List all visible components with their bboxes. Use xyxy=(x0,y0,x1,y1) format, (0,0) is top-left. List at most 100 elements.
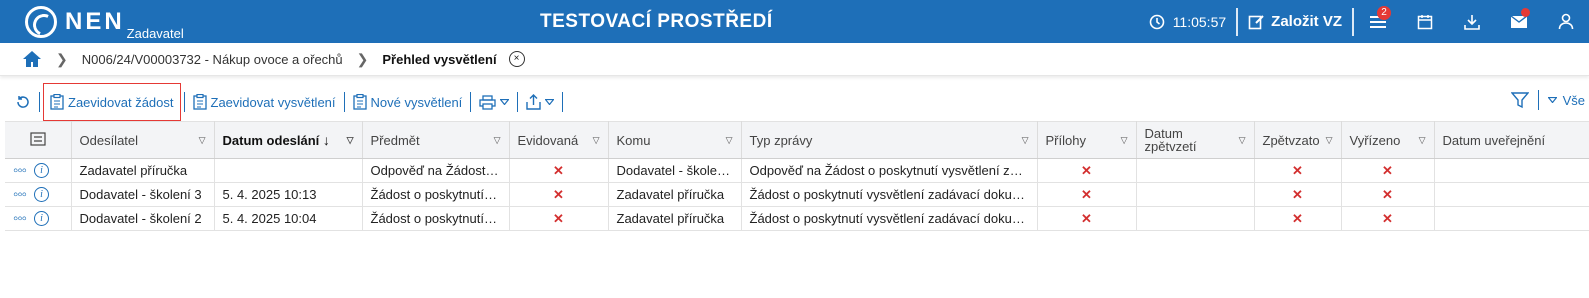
filter-icon[interactable] xyxy=(1510,91,1529,109)
row-actions-cell: ◦◦◦ i xyxy=(5,158,72,183)
column-header-datum-uverejneni[interactable]: Datum uveřejnění xyxy=(1434,121,1589,159)
column-header-datum-odeslani[interactable]: Datum odeslání ↓ ▽ xyxy=(214,121,363,159)
cross-icon: ✕ xyxy=(1382,162,1393,178)
close-tab-button[interactable]: × xyxy=(508,51,525,67)
cell-datum_zpet xyxy=(1136,206,1255,231)
zaevidovat-zadost-button[interactable]: Zaevidovat žádost xyxy=(43,83,181,121)
cell-datum_zpet xyxy=(1136,158,1255,183)
filter-caret-icon[interactable]: ▽ xyxy=(1419,134,1426,147)
explanations-table: Odesílatel ▽ Datum odeslání ↓ ▽ Předmět ▽ E… xyxy=(5,121,1589,231)
cell-evidovana: ✕ xyxy=(509,182,609,207)
zaevidovat-zadost-label: Zaevidovat žádost xyxy=(68,94,174,110)
breadcrumb: ❯ N006/24/V00003732 - Nákup ovoce a ořec… xyxy=(0,43,1589,76)
export-menu-button[interactable] xyxy=(521,90,559,114)
table-row[interactable]: ◦◦◦ i Dodavatel - školení 2 5. 4. 2025 10:0… xyxy=(5,206,1589,231)
cell-odesilatel: Zadavatel příručka xyxy=(71,158,215,183)
nove-vysvetleni-button[interactable]: Nové vysvětlení xyxy=(348,90,468,114)
divider xyxy=(517,92,519,112)
column-header-vyrizeno[interactable]: Vyřízeno ▽ xyxy=(1341,121,1435,159)
cell-datum_uver xyxy=(1434,158,1589,183)
create-vz-label: Založit VZ xyxy=(1271,13,1342,30)
filter-all-dropdown[interactable]: Vše xyxy=(1547,93,1585,108)
column-label: Zpětvzato xyxy=(1262,132,1320,148)
info-icon[interactable]: i xyxy=(33,163,49,178)
column-header-predmet[interactable]: Předmět ▽ xyxy=(362,121,510,159)
info-icon[interactable]: i xyxy=(33,211,49,226)
filter-caret-icon[interactable]: ▽ xyxy=(347,134,354,147)
column-header-odesilatel[interactable]: Odesílatel ▽ xyxy=(71,121,215,159)
user-button[interactable] xyxy=(1542,0,1589,43)
edit-icon xyxy=(1248,15,1264,30)
sort-desc-icon: ↓ xyxy=(322,131,330,148)
zaevidovat-vysvetleni-button[interactable]: Zaevidovat vysvětlení xyxy=(188,90,341,114)
column-label: Typ zprávy xyxy=(749,132,813,148)
breadcrumb-current: Přehled vysvětlení xyxy=(382,51,497,67)
cross-icon: ✕ xyxy=(1292,210,1303,226)
cell-komu: Dodavatel - školení... xyxy=(608,158,742,183)
cross-icon: ✕ xyxy=(553,210,564,226)
filter-caret-icon[interactable]: ▽ xyxy=(1121,134,1128,147)
nen-logo-icon xyxy=(25,6,57,38)
data-grid: Odesílatel ▽ Datum odeslání ↓ ▽ Předmět ▽ E… xyxy=(5,121,1589,231)
table-row[interactable]: ◦◦◦ i Zadavatel příručka Odpověď na Žádost … xyxy=(5,158,1589,183)
table-header-row: Odesílatel ▽ Datum odeslání ↓ ▽ Předmět ▽ E… xyxy=(5,121,1589,159)
filter-caret-icon[interactable]: ▽ xyxy=(1326,134,1333,147)
table-row[interactable]: ◦◦◦ i Dodavatel - školení 3 5. 4. 2025 10:1… xyxy=(5,182,1589,207)
column-header-datum-zpetvzeti[interactable]: Datum zpětvzetí ▽ xyxy=(1136,121,1255,159)
cell-datum xyxy=(214,158,363,183)
cell-datum_uver xyxy=(1434,182,1589,207)
mail-button[interactable] xyxy=(1495,0,1542,43)
breadcrumb-item-tender[interactable]: N006/24/V00003732 - Nákup ovoce a ořechů xyxy=(82,52,343,67)
cell-text: Dodavatel - školení 3 xyxy=(79,187,202,202)
cell-datum_zpet xyxy=(1136,182,1255,207)
filter-caret-icon[interactable]: ▽ xyxy=(593,134,600,147)
cell-zpetvzato: ✕ xyxy=(1254,206,1342,231)
column-header-zpetvzato[interactable]: Zpětvzato ▽ xyxy=(1254,121,1342,159)
cell-zpetvzato: ✕ xyxy=(1254,182,1342,207)
printer-icon xyxy=(479,94,496,110)
filter-caret-icon[interactable]: ▽ xyxy=(1239,134,1246,147)
share-icon xyxy=(526,94,541,110)
info-icon[interactable]: i xyxy=(33,187,49,202)
print-menu-button[interactable] xyxy=(474,90,514,114)
cell-datum: 5. 4. 2025 10:13 xyxy=(214,182,363,207)
more-options-icon[interactable]: ◦◦◦ xyxy=(13,187,27,202)
column-header-evidovana[interactable]: Evidovaná ▽ xyxy=(509,121,609,159)
download-button[interactable] xyxy=(1448,0,1495,43)
column-settings-icon xyxy=(30,132,46,146)
home-icon[interactable] xyxy=(22,49,42,69)
row-actions-cell: ◦◦◦ i xyxy=(5,182,72,207)
download-icon xyxy=(1463,14,1480,30)
cross-icon: ✕ xyxy=(1292,162,1303,178)
cell-komu: Zadavatel příručka xyxy=(608,182,742,207)
cross-icon: ✕ xyxy=(1081,186,1092,202)
cell-text: Zadavatel příručka xyxy=(79,163,188,178)
create-vz-button[interactable]: Založit VZ xyxy=(1238,0,1352,43)
filter-caret-icon[interactable]: ▽ xyxy=(1022,134,1029,147)
more-options-icon[interactable]: ◦◦◦ xyxy=(13,211,27,226)
column-header-prilohy[interactable]: Přílohy ▽ xyxy=(1037,121,1137,159)
nen-logo[interactable]: NEN Zadavatel xyxy=(25,6,184,41)
column-label: Datum zpětvzetí xyxy=(1144,126,1197,154)
filter-area: Vše xyxy=(1510,90,1585,110)
cell-prilohy: ✕ xyxy=(1037,182,1137,207)
filter-caret-icon[interactable]: ▽ xyxy=(494,134,501,147)
cell-datum_uver xyxy=(1434,206,1589,231)
filter-caret-icon[interactable]: ▽ xyxy=(199,134,206,147)
column-label: Datum odeslání xyxy=(222,132,320,148)
cross-icon: ✕ xyxy=(553,186,564,202)
menu-button[interactable]: 2 xyxy=(1354,0,1401,43)
more-options-icon[interactable]: ◦◦◦ xyxy=(13,163,27,178)
chevron-right-icon: ❯ xyxy=(56,50,68,67)
column-header-typ-zpravy[interactable]: Typ zprávy ▽ xyxy=(741,121,1038,159)
session-clock: 11:05:57 xyxy=(1139,0,1236,43)
column-label: Odesílatel xyxy=(79,132,139,148)
cross-icon: ✕ xyxy=(1382,210,1393,226)
calendar-button[interactable] xyxy=(1401,0,1448,43)
column-settings-header[interactable] xyxy=(5,121,72,159)
filter-caret-icon[interactable]: ▽ xyxy=(726,134,733,147)
column-label: Datum uveřejnění xyxy=(1442,132,1546,148)
refresh-button[interactable] xyxy=(10,90,36,114)
cell-text: Zadavatel příručka xyxy=(616,211,725,226)
column-header-komu[interactable]: Komu ▽ xyxy=(608,121,742,159)
